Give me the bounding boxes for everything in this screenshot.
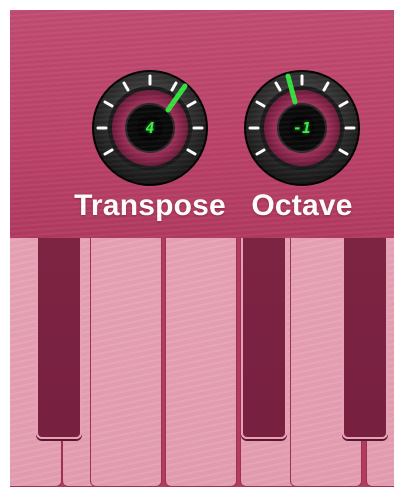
- rotary-knob-icon: [244, 70, 360, 186]
- transpose-value-display: 4: [137, 115, 163, 141]
- white-key[interactable]: [90, 238, 162, 487]
- black-key[interactable]: [36, 238, 82, 439]
- black-key[interactable]: [241, 238, 287, 439]
- piano-keyboard: [10, 238, 394, 487]
- instrument-frame: 4 -1 Transpose Octave: [10, 10, 394, 487]
- octave-knob[interactable]: -1: [242, 68, 362, 188]
- rotary-knob-icon: [92, 70, 208, 186]
- black-key[interactable]: [342, 238, 388, 439]
- octave-label: Octave: [251, 189, 353, 222]
- control-panel: 4 -1 Transpose Octave: [10, 10, 394, 238]
- white-key[interactable]: [165, 238, 237, 487]
- octave-value-display: -1: [289, 115, 315, 141]
- transpose-label: Transpose: [74, 189, 226, 222]
- transpose-knob[interactable]: 4: [90, 68, 210, 188]
